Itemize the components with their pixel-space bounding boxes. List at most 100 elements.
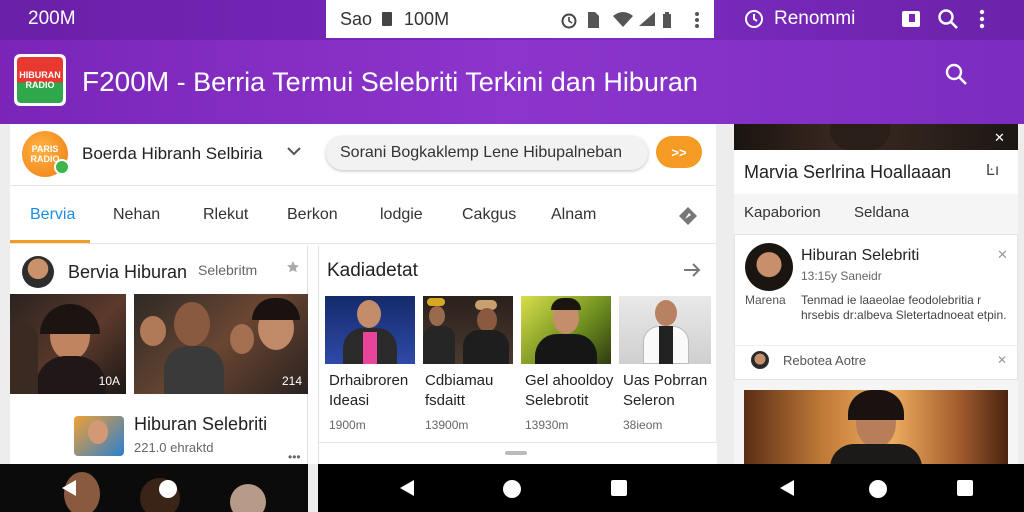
card-left-subtitle: Selebritm [198,262,258,278]
signal-icon [638,11,656,27]
status-center-bar: Sao 100M [326,0,714,38]
sim-icon [380,11,396,27]
arrow-right-icon[interactable] [683,262,701,278]
celebrity-group-photo[interactable]: 214 [134,294,308,394]
news-photo-1[interactable] [325,296,415,364]
more-horiz-icon[interactable]: ••• [288,450,301,464]
app-title-text: - Berria Termui Selebriti Terkini dan Hi… [169,67,698,97]
close-icon[interactable]: ✕ [997,353,1007,367]
photo-count: 214 [281,374,302,388]
home-icon[interactable] [502,479,522,499]
notification-body: Tenmad ie laaeolae feodolebritia r hrseb… [801,293,1007,322]
app-title: F200M - Berria Termui Selebriti Terkini … [82,66,698,98]
author-avatar[interactable] [22,256,54,288]
notification-avatar [745,243,793,291]
home-icon[interactable] [158,479,178,499]
gallery-icon[interactable] [901,9,921,29]
news-photo-2[interactable] [423,296,513,364]
app-brand: F200M [82,66,170,97]
footer-avatar [751,351,769,369]
clock-icon [744,9,764,29]
status-right-group: Renommi [744,6,985,32]
tab-5[interactable]: Cakgus [462,206,516,224]
news-item-2-meta: 13900m [425,418,469,432]
right-title-bar: Marvia Serlrina Hoallaaan Ŀı [734,150,1018,194]
recents-icon[interactable] [956,479,974,497]
more-vert-icon[interactable] [694,11,700,28]
right-panel: ✕ Marvia Serlrina Hoallaaan Ŀı Kapaborio… [734,124,1019,464]
item-title[interactable]: Hiburan Selebriti [134,414,267,435]
nav-bar-left [0,464,308,512]
news-item-3-meta: 13930m [525,418,569,432]
item-meta: 221.0 ehraktd [134,440,214,455]
news-item-4-line2: Seleron [623,392,675,409]
close-icon[interactable]: ✕ [994,130,1005,146]
card-left-title: Bervia Hiburan [68,262,188,282]
chevron-down-icon[interactable] [286,146,302,158]
news-item-3-line1[interactable]: Gel ahooldoy [525,372,613,389]
right-tab-0[interactable]: Kapaborion [744,204,821,221]
news-item-2-line1[interactable]: Cdbiamau [425,372,493,389]
next-card-preview [319,442,717,464]
topic-row: PARIS RADIO Boerda Hibranh Selbiria Sora… [10,124,716,186]
search-icon[interactable] [937,8,959,30]
card-right-title: Kadiadetat [327,260,418,281]
news-card-left: Bervia Hiburan Selebritm 10A 214 Hiburan… [10,246,308,464]
status-left-text: 200M [28,8,76,29]
online-badge [54,159,70,175]
alarm-icon [560,11,577,29]
featured-photo[interactable] [744,390,1008,464]
app-logo[interactable]: HIBURAN RADIO [14,54,66,106]
nav-bar-center [318,464,716,512]
divider [735,345,1019,346]
topic-label: Boerda Hibranh Selbiria [82,144,263,163]
news-photo-4[interactable] [619,296,711,364]
tab-0[interactable]: Bervia [30,206,75,224]
tab-1[interactable]: Nehan [113,206,160,224]
star-icon[interactable] [286,260,300,274]
status-center-text: Sao [340,8,373,29]
topic-avatar[interactable]: PARIS RADIO [22,131,70,177]
nav-bar-right [716,464,1024,512]
active-tab-indicator [10,240,90,243]
drag-handle[interactable] [505,451,527,455]
right-tab-1[interactable]: Seldana [854,204,909,221]
news-item-2-line2: fsdaitt [425,392,466,409]
celebrity-photo[interactable]: 10A [10,294,126,394]
status-center-value: 100M [404,8,450,29]
item-thumbnail[interactable] [74,416,124,456]
close-icon[interactable]: ✕ [997,247,1008,263]
right-panel-title: Marvia Serlrina Hoallaaan [744,162,952,182]
tab-4[interactable]: lodgie [380,206,423,224]
news-item-4-line1[interactable]: Uas Pobrran [623,372,707,389]
battery-icon [662,11,674,28]
home-icon[interactable] [868,479,888,499]
tab-3[interactable]: Berkon [287,206,338,224]
tab-6[interactable]: Alnam [551,206,596,224]
status-right-text: Renommi [774,8,856,29]
back-icon[interactable] [778,479,796,497]
back-icon[interactable] [60,479,78,497]
header-photo[interactable]: ✕ [734,124,1018,150]
search-icon[interactable] [944,62,970,88]
notification-label: Marena [745,293,786,307]
app-header: HIBURAN RADIO F200M - Berria Termui Sele… [0,40,1024,124]
news-item-1-line1[interactable]: Drhaibroren [329,372,408,389]
more-vert-icon[interactable] [979,9,985,29]
search-go-button[interactable]: >> [656,136,702,168]
notification-title: Hiburan Selebriti [801,247,920,264]
tab-2[interactable]: Rlekut [203,206,248,224]
news-photo-3[interactable] [521,296,611,364]
search-input[interactable]: Sorani Bogkaklemp Lene Hibupalneban [326,136,648,170]
notification-card[interactable]: Hiburan Selebriti 13:15y Saneidr ✕ Maren… [734,234,1019,380]
back-icon[interactable] [398,479,416,497]
more-icon[interactable]: Ŀı [986,162,999,180]
tab-bar: Bervia Nehan Rlekut Berkon lodgie Cakgus… [10,186,716,244]
notification-footer: Rebotea Aotre [783,353,867,368]
news-item-4-meta: 38ieom [623,418,663,432]
photo-count: 10A [98,374,120,388]
navigate-icon[interactable] [678,206,698,226]
recents-icon[interactable] [610,479,628,497]
main-panel: PARIS RADIO Boerda Hibranh Selbiria Sora… [10,124,717,464]
news-item-3-line2: Selebrotit [525,392,589,409]
